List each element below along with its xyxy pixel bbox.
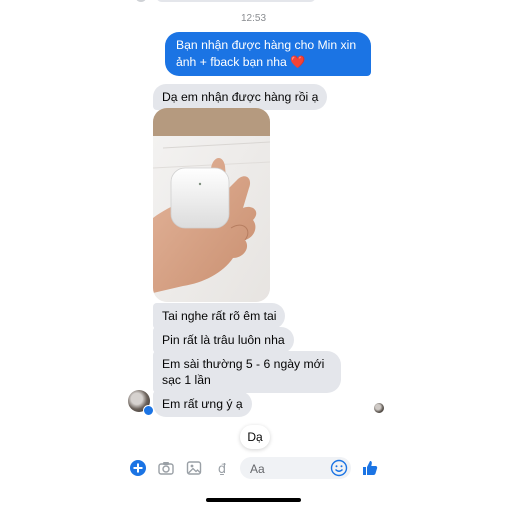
message-input-wrapper[interactable] xyxy=(240,457,351,479)
plus-circle-icon[interactable] xyxy=(128,458,148,478)
seen-avatar xyxy=(374,403,384,413)
incoming-message-bubble[interactable]: Tai nghe rất rõ êm tai xyxy=(153,303,286,329)
previous-avatar-fragment xyxy=(136,0,146,2)
draft-reply-bubble[interactable]: Dạ xyxy=(240,425,270,449)
messenger-badge-icon xyxy=(143,405,154,416)
svg-text:₫: ₫ xyxy=(218,462,227,477)
outgoing-message-text: Bạn nhận được hàng cho Min xin ảnh + fba… xyxy=(176,38,357,69)
thumbs-up-icon[interactable] xyxy=(360,458,380,478)
incoming-message-text: Dạ em nhận được hàng rồi ạ xyxy=(162,90,319,104)
image-icon[interactable] xyxy=(184,458,204,478)
incoming-message-text: Tai nghe rất rõ êm tai xyxy=(162,309,277,323)
shared-photo[interactable] xyxy=(153,108,270,302)
incoming-message-text: Em sài thường 5 - 6 ngày mới sạc 1 lần xyxy=(162,357,325,387)
message-timestamp: 12:53 xyxy=(240,13,267,24)
currency-icon[interactable]: ₫ xyxy=(212,458,232,478)
incoming-message-text: Pin rất là trâu luôn nha xyxy=(162,333,285,347)
home-indicator xyxy=(206,498,301,502)
incoming-message-bubble[interactable]: Em sài thường 5 - 6 ngày mới sạc 1 lần xyxy=(153,351,341,393)
outgoing-message-bubble[interactable]: Bạn nhận được hàng cho Min xin ảnh + fba… xyxy=(165,32,371,76)
incoming-message-bubble[interactable]: Em rất ưng ý ạ xyxy=(153,391,252,417)
incoming-message-bubble[interactable]: Pin rất là trâu luôn nha xyxy=(153,327,294,353)
previous-message-fragment xyxy=(156,0,316,2)
earbuds-case-photo xyxy=(153,108,270,302)
draft-reply-text: Dạ xyxy=(247,430,263,444)
camera-icon[interactable] xyxy=(156,458,176,478)
message-input[interactable] xyxy=(248,459,332,479)
incoming-message-bubble[interactable]: Dạ em nhận được hàng rồi ạ xyxy=(153,84,328,110)
heart-emoji: ❤️ xyxy=(290,55,306,69)
emoji-icon[interactable] xyxy=(330,459,348,477)
incoming-message-text: Em rất ưng ý ạ xyxy=(162,397,243,411)
